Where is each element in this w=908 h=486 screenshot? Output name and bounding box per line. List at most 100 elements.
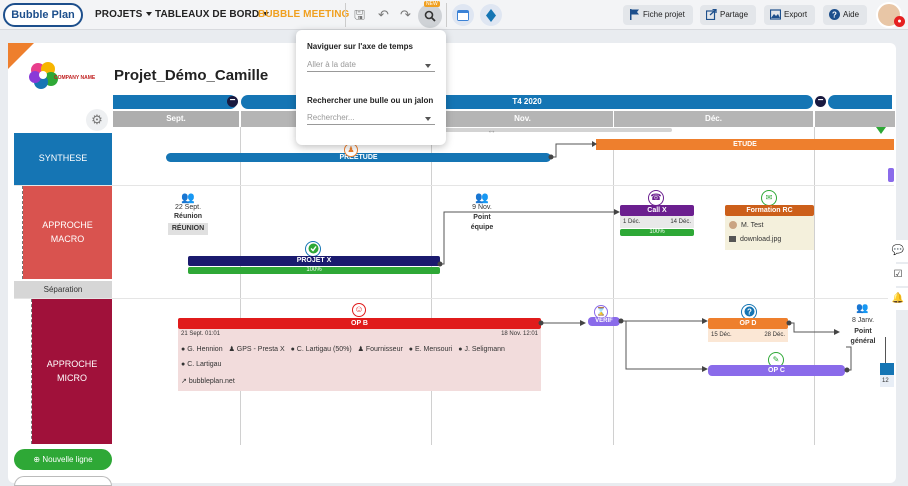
op-b-link[interactable]: ↗ bubbleplan.net xyxy=(181,376,538,388)
settings-gear-icon[interactable]: ⚙ xyxy=(86,109,108,131)
op-b-people: ● G. Hennion ♟ GPS - Presta X ● C. Larti… xyxy=(181,342,538,372)
group-icon: 👥 xyxy=(475,192,489,204)
app-logo[interactable]: Bubble Plan xyxy=(3,3,83,27)
plus-circle-icon: ⊕ xyxy=(33,455,41,464)
bubble-op-c[interactable]: OP C xyxy=(708,365,845,376)
fiche-projet-button[interactable]: Fiche projet xyxy=(623,5,693,25)
chevron-down-icon xyxy=(146,12,153,17)
search-icon xyxy=(424,10,436,22)
nav-tableaux[interactable]: TABLEAUX DE BORD xyxy=(155,9,270,20)
collapse-icon[interactable]: − xyxy=(815,96,826,107)
bubble-preetude[interactable]: PREETUDE xyxy=(166,153,551,162)
aide-button[interactable]: ? Aide xyxy=(823,5,868,25)
partage-button[interactable]: Partage xyxy=(700,5,757,25)
milestone-tag[interactable]: RÉUNION xyxy=(168,223,208,235)
date-select[interactable]: Aller à la date xyxy=(307,59,435,72)
person-icon: ♟ xyxy=(344,143,358,157)
diamond-button[interactable] xyxy=(480,4,502,26)
row-synthese[interactable]: SYNTHESE xyxy=(14,133,112,185)
flag-icon xyxy=(630,9,639,20)
person-chip[interactable]: ♟ GPS - Presta X xyxy=(229,346,285,353)
link-line xyxy=(885,337,886,363)
milestone-name[interactable]: Point général xyxy=(845,327,881,347)
resize-arrows-icon[interactable]: ↔ xyxy=(487,125,496,135)
collapse-icon[interactable]: − xyxy=(227,96,238,107)
today-marker xyxy=(876,127,886,134)
person-chip[interactable]: ● E. Mensouri xyxy=(409,346,453,353)
bubble-formation-rc[interactable]: Formation RC xyxy=(725,205,814,216)
nav-bubble-meeting[interactable]: BUBBLE MEETING xyxy=(258,9,349,20)
bubble-edge[interactable] xyxy=(888,168,894,182)
secondary-button[interactable] xyxy=(14,476,112,486)
row-divider xyxy=(14,185,894,186)
export-button[interactable]: Export xyxy=(764,5,816,25)
divider xyxy=(446,3,447,27)
link-arrow xyxy=(786,320,840,335)
link-arrow xyxy=(844,346,852,373)
progress-call-x: 100% xyxy=(620,229,694,236)
person-chip[interactable]: ● J. Seligmann xyxy=(458,346,505,353)
grid-line xyxy=(431,145,432,445)
share-icon xyxy=(706,9,717,20)
link-arrow xyxy=(437,209,620,267)
quarter-next xyxy=(828,95,892,109)
bubble-op-b[interactable]: OP B xyxy=(178,318,541,329)
page-title[interactable]: Projet_Démo_Camille xyxy=(114,67,268,84)
person-chip[interactable]: ● C. Lartigau (50%) xyxy=(291,346,352,353)
bubble-partial[interactable] xyxy=(880,363,894,375)
link-arrow xyxy=(538,320,586,326)
link-arrow xyxy=(548,141,597,160)
calendar-button[interactable] xyxy=(452,4,474,26)
question-icon: ? xyxy=(744,306,754,317)
person-avatar xyxy=(729,221,737,230)
svg-text:?: ? xyxy=(747,308,752,317)
undo-icon[interactable]: ↶ xyxy=(376,7,391,22)
person-chip[interactable]: ● C. Lartigau xyxy=(181,361,221,368)
timeline-scrollbar[interactable] xyxy=(432,128,672,132)
link-arrows xyxy=(618,318,708,372)
calendar-icon xyxy=(457,10,469,21)
quarter-prev xyxy=(113,95,237,109)
help-icon: ? xyxy=(829,9,840,20)
milestone-name[interactable]: Réunion xyxy=(170,213,206,220)
op-b-details: 21 Sept. 01:01 18 Nov. 12:01 ● G. Hennion… xyxy=(178,329,541,391)
search-select[interactable]: Rechercher... xyxy=(307,112,435,125)
redo-icon[interactable]: ↷ xyxy=(398,7,413,22)
check-icon xyxy=(308,243,318,254)
group-icon: 👥 xyxy=(856,303,869,314)
row-indent xyxy=(14,186,23,279)
person-chip[interactable]: ● G. Hennion xyxy=(181,346,223,353)
new-line-button[interactable]: ⊕ Nouvelle ligne xyxy=(14,449,112,470)
month-dec: Déc. xyxy=(614,111,813,127)
row-divider xyxy=(14,298,894,299)
checklist-icon[interactable]: ☑ xyxy=(888,264,908,286)
nav-projets[interactable]: PROJETS xyxy=(95,9,153,20)
op-d-dates: 15 Déc. 28 Déc. xyxy=(708,329,788,342)
bubble-partial-date: 12 xyxy=(880,375,894,387)
formation-details: M. Test download.jpg xyxy=(725,216,814,250)
notification-icon[interactable]: ● xyxy=(894,16,905,27)
person-chip[interactable]: ♟ Fournisseur xyxy=(358,346,403,353)
grid-line xyxy=(814,127,815,445)
row-approche-micro[interactable]: APPROCHE MICRO xyxy=(32,299,112,444)
bubble-call-x[interactable]: Call X xyxy=(620,205,694,216)
month-sept: Sept. xyxy=(113,111,239,127)
save-icon[interactable]: 🖫 xyxy=(352,7,367,22)
search-heading: Rechercher une bulle ou un jalon xyxy=(307,96,434,105)
bubble-etude[interactable]: ETUDE xyxy=(596,139,894,150)
grid-line xyxy=(240,127,241,445)
month-jan xyxy=(815,111,895,127)
search-button[interactable] xyxy=(418,4,442,28)
group-icon: 👥 xyxy=(181,192,195,204)
chat-icon[interactable]: 💬 xyxy=(888,240,908,262)
bubble-projet-x[interactable]: PROJET X xyxy=(188,256,440,266)
row-approche-macro[interactable]: APPROCHE MACRO xyxy=(23,186,112,279)
bubble-op-d[interactable]: OP D xyxy=(708,318,788,329)
divider xyxy=(345,3,346,27)
phone-icon: ☎ xyxy=(648,190,664,206)
row-separation[interactable]: Séparation xyxy=(14,281,112,298)
call-x-dates: 1 Déc. 14 Déc. xyxy=(620,216,694,228)
bell-icon[interactable]: 🔔 xyxy=(888,288,908,310)
new-badge: NEW xyxy=(424,1,440,7)
formation-file[interactable]: download.jpg xyxy=(729,233,810,247)
